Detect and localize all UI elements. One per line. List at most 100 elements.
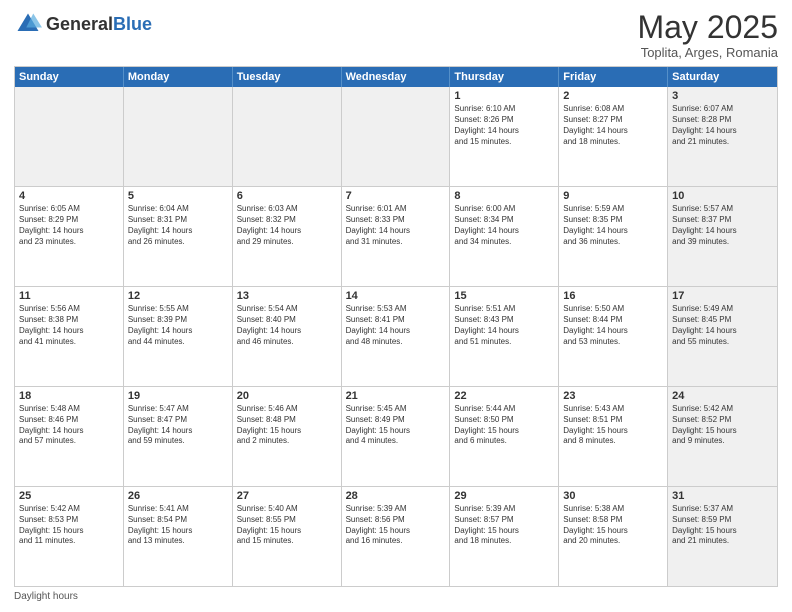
empty-cell-0-1 xyxy=(124,87,233,186)
header-cell-friday: Friday xyxy=(559,67,668,87)
day-number-7: 7 xyxy=(346,190,446,202)
day-text-15: Sunrise: 5:51 AM Sunset: 8:43 PM Dayligh… xyxy=(454,304,554,347)
day-cell-2: 2 Sunrise: 6:08 AM Sunset: 8:27 PM Daylig… xyxy=(559,87,668,186)
day-number-27: 27 xyxy=(237,490,337,502)
day-number-31: 31 xyxy=(672,490,773,502)
day-number-29: 29 xyxy=(454,490,554,502)
day-text-8: Sunrise: 6:00 AM Sunset: 8:34 PM Dayligh… xyxy=(454,204,554,247)
day-number-8: 8 xyxy=(454,190,554,202)
header-cell-monday: Monday xyxy=(124,67,233,87)
day-text-9: Sunrise: 5:59 AM Sunset: 8:35 PM Dayligh… xyxy=(563,204,663,247)
calendar-row-5: 25Sunrise: 5:42 AM Sunset: 8:53 PM Dayli… xyxy=(15,486,777,586)
day-text-12: Sunrise: 5:55 AM Sunset: 8:39 PM Dayligh… xyxy=(128,304,228,347)
day-text-2: Sunrise: 6:08 AM Sunset: 8:27 PM Dayligh… xyxy=(563,104,663,147)
logo-icon xyxy=(14,10,42,38)
day-cell-11: 11Sunrise: 5:56 AM Sunset: 8:38 PM Dayli… xyxy=(15,287,124,386)
day-cell-4: 4Sunrise: 6:05 AM Sunset: 8:29 PM Daylig… xyxy=(15,187,124,286)
day-number-21: 21 xyxy=(346,390,446,402)
day-number-5: 5 xyxy=(128,190,228,202)
day-number-1: 1 xyxy=(454,90,554,102)
day-text-25: Sunrise: 5:42 AM Sunset: 8:53 PM Dayligh… xyxy=(19,504,119,547)
day-text-30: Sunrise: 5:38 AM Sunset: 8:58 PM Dayligh… xyxy=(563,504,663,547)
day-cell-30: 30 Sunrise: 5:38 AM Sunset: 8:58 PM Dayli… xyxy=(559,487,668,586)
month-title: May 2025 xyxy=(637,10,778,45)
day-cell-5: 5 Sunrise: 6:04 AM Sunset: 8:31 PM Daylig… xyxy=(124,187,233,286)
day-number-26: 26 xyxy=(128,490,228,502)
day-cell-21: 21 Sunrise: 5:45 AM Sunset: 8:49 PM Dayli… xyxy=(342,387,451,486)
empty-cell-0-3 xyxy=(342,87,451,186)
day-cell-31: 31 Sunrise: 5:37 AM Sunset: 8:59 PM Dayli… xyxy=(668,487,777,586)
page: GeneralBlue May 2025 Toplita, Arges, Rom… xyxy=(0,0,792,612)
day-number-14: 14 xyxy=(346,290,446,302)
day-cell-1: 1Sunrise: 6:10 AM Sunset: 8:26 PM Daylig… xyxy=(450,87,559,186)
day-text-24: Sunrise: 5:42 AM Sunset: 8:52 PM Dayligh… xyxy=(672,404,773,447)
day-text-14: Sunrise: 5:53 AM Sunset: 8:41 PM Dayligh… xyxy=(346,304,446,347)
header-cell-saturday: Saturday xyxy=(668,67,777,87)
day-text-31: Sunrise: 5:37 AM Sunset: 8:59 PM Dayligh… xyxy=(672,504,773,547)
day-text-18: Sunrise: 5:48 AM Sunset: 8:46 PM Dayligh… xyxy=(19,404,119,447)
day-text-7: Sunrise: 6:01 AM Sunset: 8:33 PM Dayligh… xyxy=(346,204,446,247)
calendar-header-row: SundayMondayTuesdayWednesdayThursdayFrid… xyxy=(15,67,777,87)
calendar: SundayMondayTuesdayWednesdayThursdayFrid… xyxy=(14,66,778,587)
day-text-16: Sunrise: 5:50 AM Sunset: 8:44 PM Dayligh… xyxy=(563,304,663,347)
day-text-21: Sunrise: 5:45 AM Sunset: 8:49 PM Dayligh… xyxy=(346,404,446,447)
day-cell-29: 29Sunrise: 5:39 AM Sunset: 8:57 PM Dayli… xyxy=(450,487,559,586)
day-text-13: Sunrise: 5:54 AM Sunset: 8:40 PM Dayligh… xyxy=(237,304,337,347)
day-number-22: 22 xyxy=(454,390,554,402)
calendar-row-3: 11Sunrise: 5:56 AM Sunset: 8:38 PM Dayli… xyxy=(15,286,777,386)
header-cell-tuesday: Tuesday xyxy=(233,67,342,87)
header-cell-wednesday: Wednesday xyxy=(342,67,451,87)
day-number-13: 13 xyxy=(237,290,337,302)
day-cell-3: 3 Sunrise: 6:07 AM Sunset: 8:28 PM Daylig… xyxy=(668,87,777,186)
day-cell-10: 10 Sunrise: 5:57 AM Sunset: 8:37 PM Dayli… xyxy=(668,187,777,286)
day-number-12: 12 xyxy=(128,290,228,302)
day-cell-20: 20Sunrise: 5:46 AM Sunset: 8:48 PM Dayli… xyxy=(233,387,342,486)
day-text-6: Sunrise: 6:03 AM Sunset: 8:32 PM Dayligh… xyxy=(237,204,337,247)
day-cell-14: 14 Sunrise: 5:53 AM Sunset: 8:41 PM Dayli… xyxy=(342,287,451,386)
header-cell-thursday: Thursday xyxy=(450,67,559,87)
day-cell-7: 7 Sunrise: 6:01 AM Sunset: 8:33 PM Daylig… xyxy=(342,187,451,286)
day-cell-22: 22Sunrise: 5:44 AM Sunset: 8:50 PM Dayli… xyxy=(450,387,559,486)
day-text-11: Sunrise: 5:56 AM Sunset: 8:38 PM Dayligh… xyxy=(19,304,119,347)
day-text-17: Sunrise: 5:49 AM Sunset: 8:45 PM Dayligh… xyxy=(672,304,773,347)
day-text-28: Sunrise: 5:39 AM Sunset: 8:56 PM Dayligh… xyxy=(346,504,446,547)
location: Toplita, Arges, Romania xyxy=(637,45,778,60)
empty-cell-0-0 xyxy=(15,87,124,186)
day-number-2: 2 xyxy=(563,90,663,102)
day-cell-24: 24 Sunrise: 5:42 AM Sunset: 8:52 PM Dayli… xyxy=(668,387,777,486)
day-cell-17: 17 Sunrise: 5:49 AM Sunset: 8:45 PM Dayli… xyxy=(668,287,777,386)
logo-blue-text: Blue xyxy=(113,14,152,34)
day-cell-18: 18Sunrise: 5:48 AM Sunset: 8:46 PM Dayli… xyxy=(15,387,124,486)
logo: GeneralBlue xyxy=(14,10,152,38)
day-number-30: 30 xyxy=(563,490,663,502)
day-cell-12: 12 Sunrise: 5:55 AM Sunset: 8:39 PM Dayli… xyxy=(124,287,233,386)
calendar-body: 1Sunrise: 6:10 AM Sunset: 8:26 PM Daylig… xyxy=(15,87,777,586)
day-text-4: Sunrise: 6:05 AM Sunset: 8:29 PM Dayligh… xyxy=(19,204,119,247)
day-cell-13: 13 Sunrise: 5:54 AM Sunset: 8:40 PM Dayli… xyxy=(233,287,342,386)
day-text-5: Sunrise: 6:04 AM Sunset: 8:31 PM Dayligh… xyxy=(128,204,228,247)
title-block: May 2025 Toplita, Arges, Romania xyxy=(637,10,778,60)
day-cell-9: 9Sunrise: 5:59 AM Sunset: 8:35 PM Daylig… xyxy=(559,187,668,286)
empty-cell-0-2 xyxy=(233,87,342,186)
day-text-3: Sunrise: 6:07 AM Sunset: 8:28 PM Dayligh… xyxy=(672,104,773,147)
day-text-26: Sunrise: 5:41 AM Sunset: 8:54 PM Dayligh… xyxy=(128,504,228,547)
day-cell-23: 23 Sunrise: 5:43 AM Sunset: 8:51 PM Dayli… xyxy=(559,387,668,486)
day-number-24: 24 xyxy=(672,390,773,402)
day-text-23: Sunrise: 5:43 AM Sunset: 8:51 PM Dayligh… xyxy=(563,404,663,447)
day-number-23: 23 xyxy=(563,390,663,402)
day-cell-26: 26 Sunrise: 5:41 AM Sunset: 8:54 PM Dayli… xyxy=(124,487,233,586)
day-text-10: Sunrise: 5:57 AM Sunset: 8:37 PM Dayligh… xyxy=(672,204,773,247)
day-cell-19: 19Sunrise: 5:47 AM Sunset: 8:47 PM Dayli… xyxy=(124,387,233,486)
calendar-row-4: 18Sunrise: 5:48 AM Sunset: 8:46 PM Dayli… xyxy=(15,386,777,486)
day-number-10: 10 xyxy=(672,190,773,202)
day-text-27: Sunrise: 5:40 AM Sunset: 8:55 PM Dayligh… xyxy=(237,504,337,547)
day-cell-28: 28Sunrise: 5:39 AM Sunset: 8:56 PM Dayli… xyxy=(342,487,451,586)
day-text-19: Sunrise: 5:47 AM Sunset: 8:47 PM Dayligh… xyxy=(128,404,228,447)
day-number-17: 17 xyxy=(672,290,773,302)
day-number-3: 3 xyxy=(672,90,773,102)
footer-note: Daylight hours xyxy=(14,591,778,602)
day-cell-16: 16Sunrise: 5:50 AM Sunset: 8:44 PM Dayli… xyxy=(559,287,668,386)
day-cell-8: 8 Sunrise: 6:00 AM Sunset: 8:34 PM Daylig… xyxy=(450,187,559,286)
calendar-row-2: 4Sunrise: 6:05 AM Sunset: 8:29 PM Daylig… xyxy=(15,186,777,286)
header: GeneralBlue May 2025 Toplita, Arges, Rom… xyxy=(14,10,778,60)
